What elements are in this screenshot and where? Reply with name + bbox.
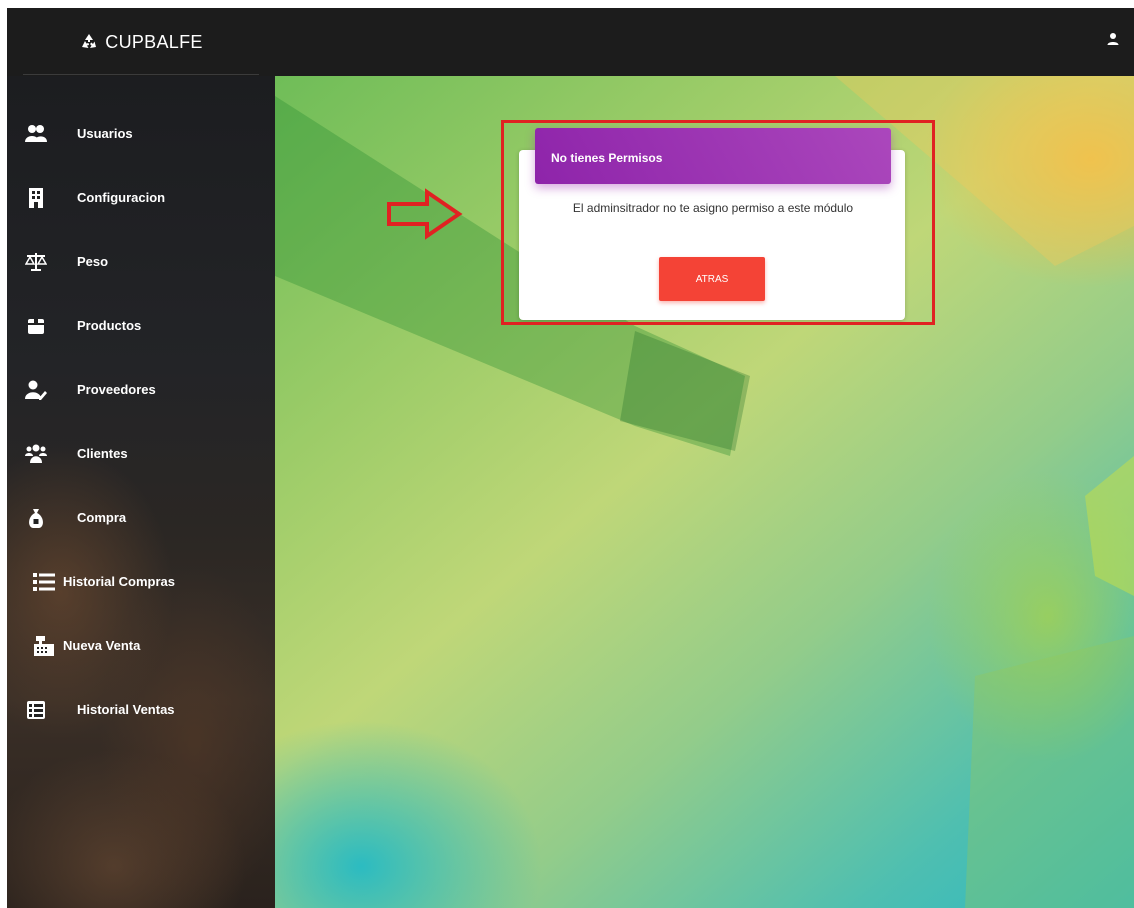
- highlight-annotation-box: [501, 120, 935, 325]
- sidebar-item-label: Proveedores: [77, 382, 156, 397]
- sidebar-item-nueva-venta[interactable]: Nueva Venta: [7, 626, 275, 666]
- sidebar-item-productos[interactable]: Productos: [7, 306, 275, 346]
- cash-register-icon: [33, 635, 55, 657]
- sidebar-item-historial-ventas[interactable]: Historial Ventas: [7, 690, 275, 730]
- sidebar-item-proveedores[interactable]: Proveedores: [7, 370, 275, 410]
- users-icon: [25, 123, 47, 145]
- brand-divider: [23, 74, 259, 75]
- sidebar-item-label: Compra: [77, 510, 127, 525]
- scale-icon: [24, 251, 48, 273]
- sidebar-item-compra[interactable]: Compra: [7, 498, 275, 538]
- sidebar-item-label: Usuarios: [77, 126, 133, 141]
- table-icon: [25, 699, 47, 721]
- sidebar-item-label: Clientes: [77, 446, 128, 461]
- sidebar-item-historial-compras[interactable]: Historial Compras: [7, 562, 275, 602]
- list-icon: [33, 571, 55, 593]
- sidebar-item-label: Historial Compras: [63, 574, 175, 589]
- sidebar-item-label: Historial Ventas: [77, 702, 175, 717]
- brand-name: CUPBALFE: [105, 31, 203, 52]
- user-icon[interactable]: [1106, 32, 1120, 46]
- sidebar-item-label: Peso: [77, 254, 109, 269]
- top-navbar: CUPBALFE: [7, 8, 1134, 76]
- user-edit-icon: [25, 379, 47, 401]
- money-bag-icon: [25, 507, 47, 529]
- sidebar: Usuarios Configuracion Peso Productos Pr…: [7, 76, 275, 908]
- recycle-icon: [79, 32, 99, 52]
- sidebar-item-clientes[interactable]: Clientes: [7, 434, 275, 474]
- sidebar-item-usuarios[interactable]: Usuarios: [7, 114, 275, 154]
- sidebar-item-label: Configuracion: [77, 190, 166, 205]
- box-icon: [25, 315, 47, 337]
- brand[interactable]: CUPBALFE: [7, 8, 275, 76]
- right-arrow-icon: [387, 188, 463, 240]
- users-group-icon: [25, 443, 47, 465]
- sidebar-item-label: Productos: [77, 318, 142, 333]
- sidebar-item-peso[interactable]: Peso: [7, 242, 275, 282]
- building-icon: [25, 187, 47, 209]
- app-window: CUPBALFE Usuarios Configuracion Peso Pro…: [7, 8, 1134, 908]
- sidebar-item-configuracion[interactable]: Configuracion: [7, 178, 275, 218]
- sidebar-item-label: Nueva Venta: [63, 638, 141, 653]
